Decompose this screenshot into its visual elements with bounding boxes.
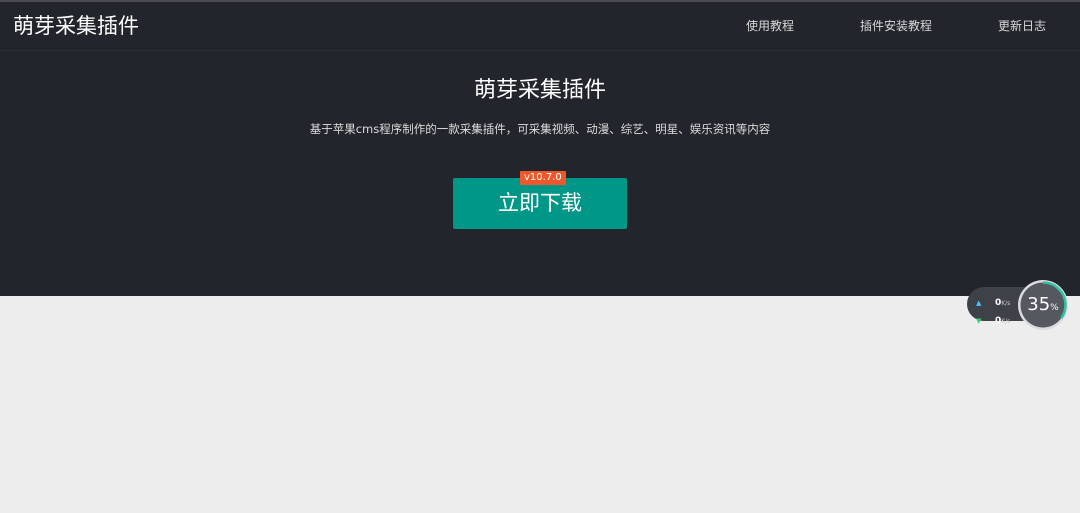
upload-arrow-icon: ▲ — [976, 299, 982, 307]
hero-title: 萌芽采集插件 — [473, 78, 606, 103]
nav-link-changelog[interactable]: 更新日志 — [998, 18, 1046, 34]
download-speed: ▼ 0K/s — [976, 315, 1010, 327]
gauge-percent: 35% — [1017, 279, 1069, 331]
hero-section: 萌芽采集插件 基于苹果cms程序制作的一款采集插件，可采集视频、动漫、综艺、明星… — [0, 51, 1080, 296]
version-badge: v10.7.0 — [520, 171, 566, 185]
gauge-percent-value: 35 — [1027, 294, 1051, 315]
network-speed-widget[interactable]: ▲ 0K/s ▼ 0K/s 35% — [967, 278, 1071, 332]
hero-description: 基于苹果cms程序制作的一款采集插件，可采集视频、动漫、综艺、明星、娱乐资讯等内… — [309, 122, 771, 136]
nav-link-install-tutorial[interactable]: 插件安装教程 — [860, 18, 932, 34]
page: 萌芽采集插件 使用教程 插件安装教程 更新日志 萌芽采集插件 基于苹果cms程序… — [0, 0, 1080, 513]
nav-link-tutorial[interactable]: 使用教程 — [746, 18, 794, 34]
upload-speed: ▲ 0K/s — [976, 297, 1010, 309]
brand-logo-text[interactable]: 萌芽采集插件 — [13, 13, 139, 39]
download-button[interactable]: 立即下载 — [453, 178, 627, 229]
download-arrow-icon: ▼ — [976, 317, 982, 325]
top-navbar: 萌芽采集插件 使用教程 插件安装教程 更新日志 — [0, 0, 1080, 51]
content-area — [0, 296, 1080, 513]
gauge-percent-sign: % — [1050, 303, 1059, 313]
download-speed-unit: K/s — [1001, 318, 1011, 325]
upload-speed-unit: K/s — [1001, 300, 1011, 307]
